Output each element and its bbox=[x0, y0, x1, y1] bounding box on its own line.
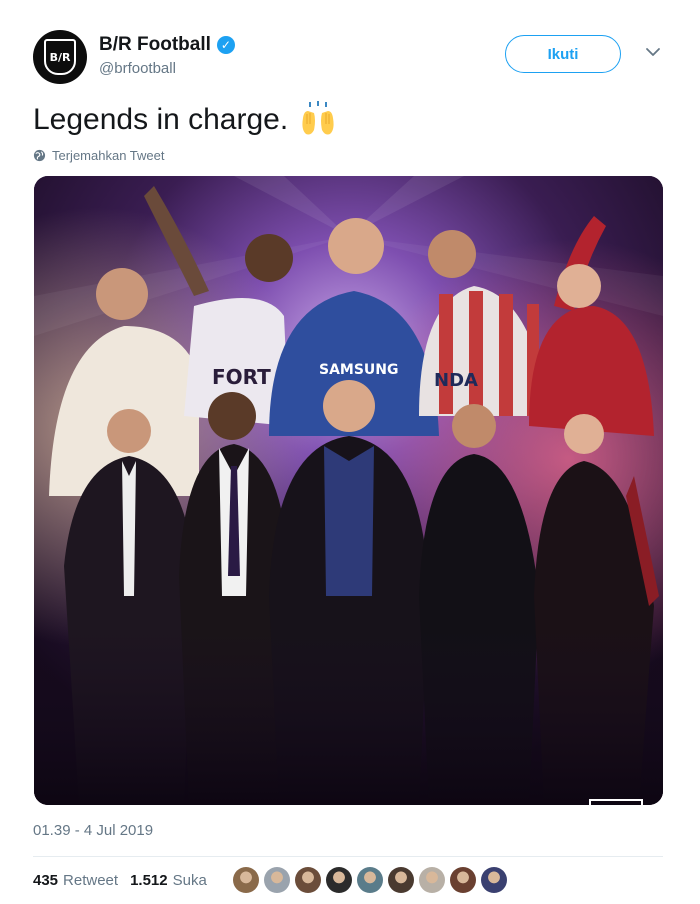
tweet-text: Legends in charge. bbox=[33, 100, 338, 140]
tweet-image[interactable]: FORT SAMSUNG NDA bbox=[34, 176, 663, 805]
follow-button[interactable]: Ikuti bbox=[505, 35, 621, 73]
jersey-text-fort: FORT bbox=[212, 365, 271, 389]
liker-avatar[interactable] bbox=[481, 867, 507, 893]
display-name[interactable]: B/R Football bbox=[99, 34, 211, 56]
retweet-count[interactable]: 435 bbox=[33, 872, 58, 889]
tweet-header: B/R B/R Football ✓ @brfootball Ikuti bbox=[33, 30, 660, 86]
jersey-text-nda: NDA bbox=[434, 370, 478, 391]
translate-label: Terjemahkan Tweet bbox=[52, 148, 165, 163]
globe-icon bbox=[33, 149, 46, 162]
liker-avatar[interactable] bbox=[388, 867, 414, 893]
tweet-timestamp[interactable]: 01.39 - 4 Jul 2019 bbox=[33, 822, 153, 839]
handle[interactable]: @brfootball bbox=[99, 60, 235, 77]
translate-link[interactable]: Terjemahkan Tweet bbox=[33, 148, 165, 163]
liker-avatar[interactable] bbox=[264, 867, 290, 893]
liker-avatar[interactable] bbox=[357, 867, 383, 893]
media-corner-mark bbox=[589, 799, 643, 805]
like-count[interactable]: 1.512 bbox=[130, 872, 168, 889]
br-logo: B/R bbox=[44, 39, 76, 75]
retweet-label[interactable]: Retweet bbox=[63, 872, 118, 889]
divider bbox=[33, 856, 663, 857]
liker-avatar[interactable] bbox=[450, 867, 476, 893]
liker-avatar[interactable] bbox=[233, 867, 259, 893]
raising-hands-icon bbox=[302, 101, 334, 135]
tweet-text-content: Legends in charge. bbox=[33, 103, 289, 136]
liker-avatar[interactable] bbox=[295, 867, 321, 893]
avatar[interactable]: B/R bbox=[33, 30, 87, 84]
tweet-stats: 435 Retweet 1.512 Suka bbox=[33, 872, 207, 889]
verified-badge-icon: ✓ bbox=[216, 36, 235, 54]
legends-collage: FORT SAMSUNG NDA bbox=[34, 176, 663, 805]
author-info: B/R Football ✓ @brfootball bbox=[99, 34, 235, 77]
liker-avatar[interactable] bbox=[326, 867, 352, 893]
chevron-down-icon[interactable] bbox=[645, 44, 661, 60]
like-label[interactable]: Suka bbox=[173, 872, 207, 889]
liker-avatar[interactable] bbox=[419, 867, 445, 893]
jersey-text-samsung: SAMSUNG bbox=[319, 362, 399, 378]
liker-avatars bbox=[233, 867, 507, 893]
